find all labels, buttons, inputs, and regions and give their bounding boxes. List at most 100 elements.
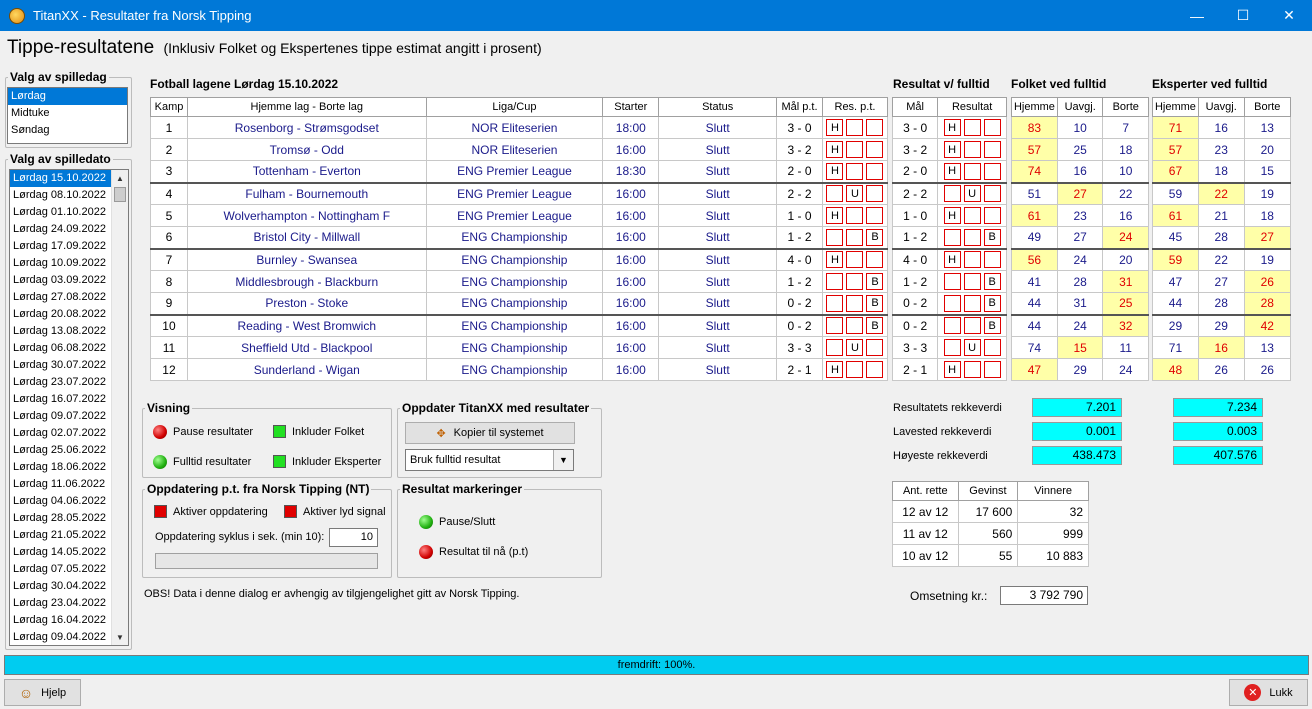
date-item[interactable]: Lørdag 16.04.2022 [10, 612, 111, 629]
close-window-button[interactable]: ✕ [1266, 0, 1312, 31]
date-item[interactable]: Lørdag 14.05.2022 [10, 544, 111, 561]
red-square-icon [284, 505, 297, 518]
rekke-label: Resultatets rekkeverdi [893, 402, 1002, 414]
date-item[interactable]: Lørdag 11.06.2022 [10, 476, 111, 493]
rekke-label: Høyeste rekkeverdi [893, 450, 988, 462]
result-box-h: H [943, 207, 961, 224]
percent-cell: 15 [1056, 336, 1104, 359]
fulltime-title: Resultat v/ fulltid [893, 77, 990, 91]
help-icon: ☺ [18, 684, 34, 701]
date-item[interactable]: Lørdag 30.04.2022 [10, 578, 111, 595]
date-item[interactable]: Lørdag 13.08.2022 [10, 323, 111, 340]
green-led-icon [419, 515, 433, 529]
result-box-b: B [983, 294, 1001, 312]
date-item[interactable]: Lørdag 08.10.2022 [10, 187, 111, 204]
date-item[interactable]: Lørdag 01.10.2022 [10, 204, 111, 221]
match-status: Slutt [658, 247, 778, 271]
result-box-h [943, 273, 961, 290]
date-item[interactable]: Lørdag 15.10.2022 [10, 170, 111, 187]
fulltime-result: B [937, 313, 1007, 337]
date-item[interactable]: Lørdag 17.09.2022 [10, 238, 111, 255]
copy-to-system-button[interactable]: ✥ Kopier til systemet [405, 422, 575, 444]
result-box-h [826, 294, 844, 312]
percent-cell: 32 [1102, 313, 1149, 337]
date-item[interactable]: Lørdag 23.04.2022 [10, 595, 111, 612]
result-box-b [983, 162, 1001, 180]
fulltime-goals: 3 - 3 [891, 336, 939, 359]
percent-cell: 29 [1152, 313, 1199, 337]
help-button[interactable]: ☺ Hjelp [4, 679, 81, 706]
date-item[interactable]: Lørdag 18.06.2022 [10, 459, 111, 476]
date-group-label: Valg av spilledato [10, 152, 111, 166]
result-box-b [866, 361, 884, 378]
match-goals: 0 - 2 [776, 313, 823, 337]
sound-signal-toggle[interactable]: Aktiver lyd signal [284, 505, 386, 518]
fulltid-results-label: Fulltid resultater [173, 456, 252, 468]
date-item[interactable]: Lørdag 09.04.2022 [10, 629, 111, 645]
date-item[interactable]: Lørdag 24.09.2022 [10, 221, 111, 238]
day-item[interactable]: Søndag [8, 122, 127, 139]
result-boxes: H [823, 207, 887, 224]
match-status: Slutt [658, 226, 778, 249]
result-box-h: H [943, 162, 961, 180]
fulltid-results-option[interactable]: Fulltid resultater [153, 455, 251, 469]
percent-cell: 16 [1197, 116, 1245, 139]
percent-cell: 71 [1152, 336, 1199, 359]
match-teams: Burnley - Swansea [186, 247, 427, 271]
date-item[interactable]: Lørdag 23.07.2022 [10, 374, 111, 391]
date-item[interactable]: Lørdag 07.05.2022 [10, 561, 111, 578]
date-item[interactable]: Lørdag 27.08.2022 [10, 289, 111, 306]
date-item[interactable]: Lørdag 20.08.2022 [10, 306, 111, 323]
date-item[interactable]: Lørdag 28.05.2022 [10, 510, 111, 527]
result-box-b: B [866, 294, 884, 312]
match-teams: Sunderland - Wigan [186, 358, 427, 381]
date-listbox[interactable]: Lørdag 15.10.2022 Lørdag 08.10.2022 Lørdag… [9, 169, 129, 646]
date-item[interactable]: Lørdag 04.06.2022 [10, 493, 111, 510]
result-boxes: U [938, 185, 1006, 203]
result-type-select[interactable]: Bruk fulltid resultat ▼ [405, 449, 574, 471]
match-col-header: Hjemme lag - Borte lag [186, 97, 427, 117]
match-res-pt: B [821, 313, 889, 337]
date-item[interactable]: Lørdag 16.07.2022 [10, 391, 111, 408]
date-item[interactable]: Lørdag 03.09.2022 [10, 272, 111, 289]
date-item[interactable]: Lørdag 10.09.2022 [10, 255, 111, 272]
green-square-icon [273, 455, 286, 468]
match-number: 4 [150, 181, 188, 205]
percent-cell: 28 [1197, 292, 1245, 315]
date-item[interactable]: Lørdag 06.08.2022 [10, 340, 111, 357]
pause-slutt-marker: Pause/Slutt [419, 515, 495, 529]
scroll-up-icon[interactable]: ▲ [112, 170, 128, 186]
maximize-button[interactable]: ☐ [1220, 0, 1266, 31]
include-folket-toggle[interactable]: Inkluder Folket [273, 425, 364, 438]
result-box-b [866, 162, 884, 180]
minimize-button[interactable]: — [1174, 0, 1220, 31]
result-box-b [866, 185, 884, 203]
prize-cell: 560 [957, 522, 1019, 545]
date-item[interactable]: Lørdag 21.05.2022 [10, 527, 111, 544]
result-boxes: U [938, 339, 1006, 356]
date-item[interactable]: Lørdag 09.07.2022 [10, 408, 111, 425]
table-row: 59 22 19 [1152, 247, 1292, 271]
match-teams: Tottenham - Everton [186, 160, 427, 183]
close-button[interactable]: ✕ Lukk [1229, 679, 1308, 706]
date-item[interactable]: Lørdag 25.06.2022 [10, 442, 111, 459]
day-item[interactable]: Lørdag [8, 88, 127, 105]
day-listbox[interactable]: Lørdag Midtuke Søndag [7, 87, 128, 144]
match-status: Slutt [658, 313, 778, 337]
include-eksperter-toggle[interactable]: Inkluder Eksperter [273, 455, 381, 468]
day-item[interactable]: Midtuke [8, 105, 127, 122]
date-item[interactable]: Lørdag 02.07.2022 [10, 425, 111, 442]
chevron-down-icon[interactable]: ▼ [553, 450, 573, 470]
match-res-pt: H [821, 138, 889, 161]
pause-results-option[interactable]: Pause resultater [153, 425, 253, 439]
scroll-down-icon[interactable]: ▼ [112, 629, 128, 645]
scroll-thumb[interactable] [114, 187, 126, 202]
date-scrollbar[interactable]: ▲ ▼ [111, 170, 128, 645]
result-box-h [943, 228, 961, 246]
table-row: 4 Fulham - Bournemouth ENG Premier League 1… [150, 181, 889, 205]
result-boxes: H [823, 141, 887, 158]
date-item[interactable]: Lørdag 30.07.2022 [10, 357, 111, 374]
cycle-input[interactable]: 10 [329, 528, 378, 547]
activate-update-toggle[interactable]: Aktiver oppdatering [154, 505, 268, 518]
match-res-pt: B [821, 270, 889, 293]
